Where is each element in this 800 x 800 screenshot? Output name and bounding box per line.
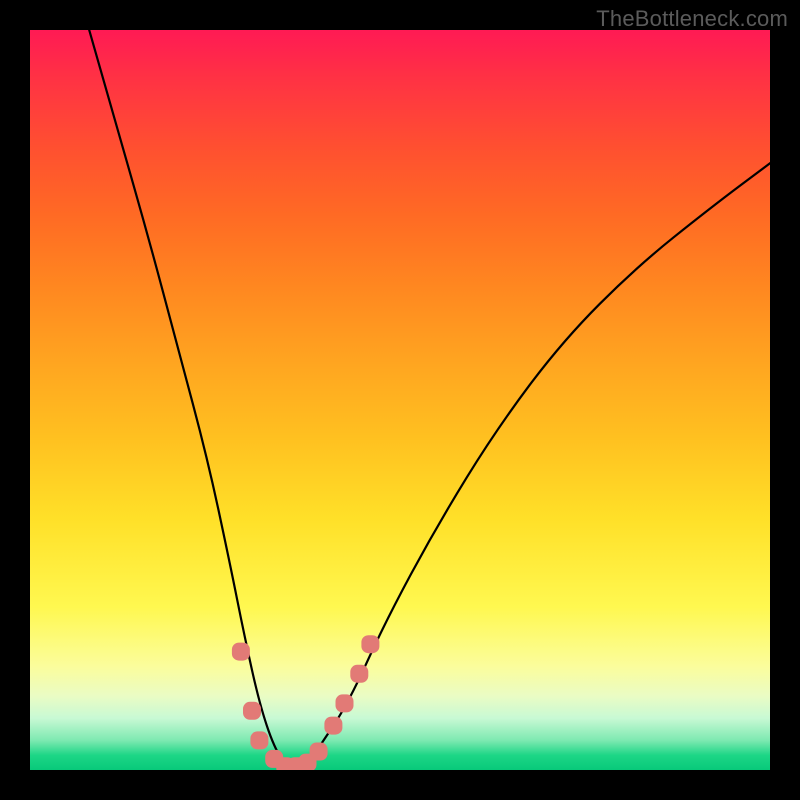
- curve-svg: [30, 30, 770, 770]
- curve-marker: [361, 635, 379, 653]
- curve-marker: [324, 717, 342, 735]
- bottleneck-curve: [89, 30, 770, 770]
- curve-markers: [232, 635, 380, 770]
- watermark-text: TheBottleneck.com: [596, 6, 788, 32]
- curve-marker: [310, 743, 328, 761]
- curve-marker: [243, 702, 261, 720]
- plot-area: [30, 30, 770, 770]
- curve-marker: [232, 643, 250, 661]
- curve-marker: [250, 731, 268, 749]
- curve-marker: [350, 665, 368, 683]
- chart-frame: TheBottleneck.com: [0, 0, 800, 800]
- curve-marker: [336, 694, 354, 712]
